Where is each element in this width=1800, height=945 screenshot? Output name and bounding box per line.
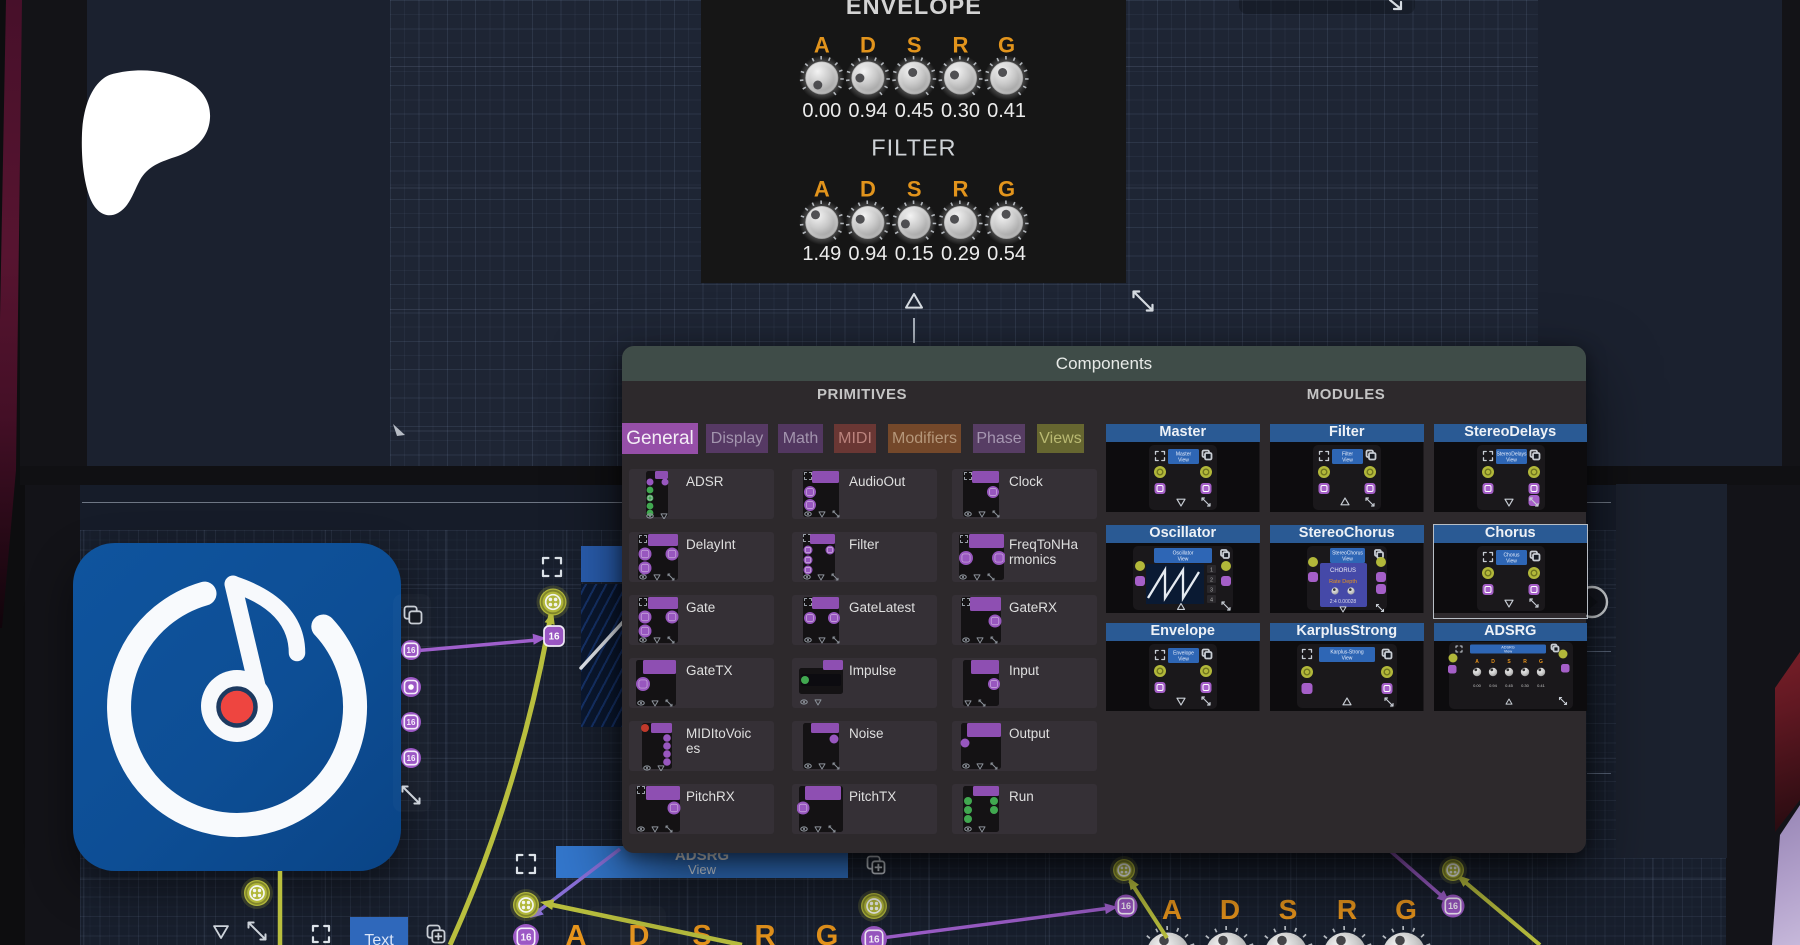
svg-text:4: 4 [1210,597,1213,603]
svg-text:G: G [1539,659,1543,665]
svg-text:0.30: 0.30 [1521,683,1530,688]
svg-text:3: 3 [1210,587,1213,593]
svg-text:2:4 0.00028: 2:4 0.00028 [1330,599,1357,605]
svg-text:16: 16 [548,632,560,643]
svg-text:16: 16 [868,935,880,945]
svg-text:View: View [1342,457,1353,463]
svg-text:16: 16 [407,718,416,727]
svg-text:View: View [1178,656,1189,662]
svg-text:0.00: 0.00 [1473,683,1482,688]
svg-text:View: View [1506,457,1517,463]
svg-text:16: 16 [407,646,416,655]
svg-text:CHORUS: CHORUS [1330,568,1356,574]
svg-text:R: R [1523,659,1527,665]
svg-text:1: 1 [1210,567,1213,573]
svg-text:Rate Depth: Rate Depth [1329,579,1357,585]
svg-text:View: View [1342,655,1353,661]
svg-text:16: 16 [1121,901,1131,911]
svg-text:View: View [1178,457,1189,463]
svg-text:0.94: 0.94 [1489,683,1498,688]
svg-text:16: 16 [1448,901,1458,911]
svg-text:0.45: 0.45 [1505,683,1514,688]
svg-text:View: View [1178,556,1189,562]
svg-text:16: 16 [520,933,532,944]
svg-text:D: D [1491,659,1495,665]
svg-text:View: View [1342,556,1353,562]
svg-text:2: 2 [1210,577,1213,583]
svg-text:0.41: 0.41 [1537,683,1546,688]
svg-text:A: A [1475,659,1479,665]
svg-text:View: View [1503,649,1511,653]
svg-text:16: 16 [407,754,416,763]
